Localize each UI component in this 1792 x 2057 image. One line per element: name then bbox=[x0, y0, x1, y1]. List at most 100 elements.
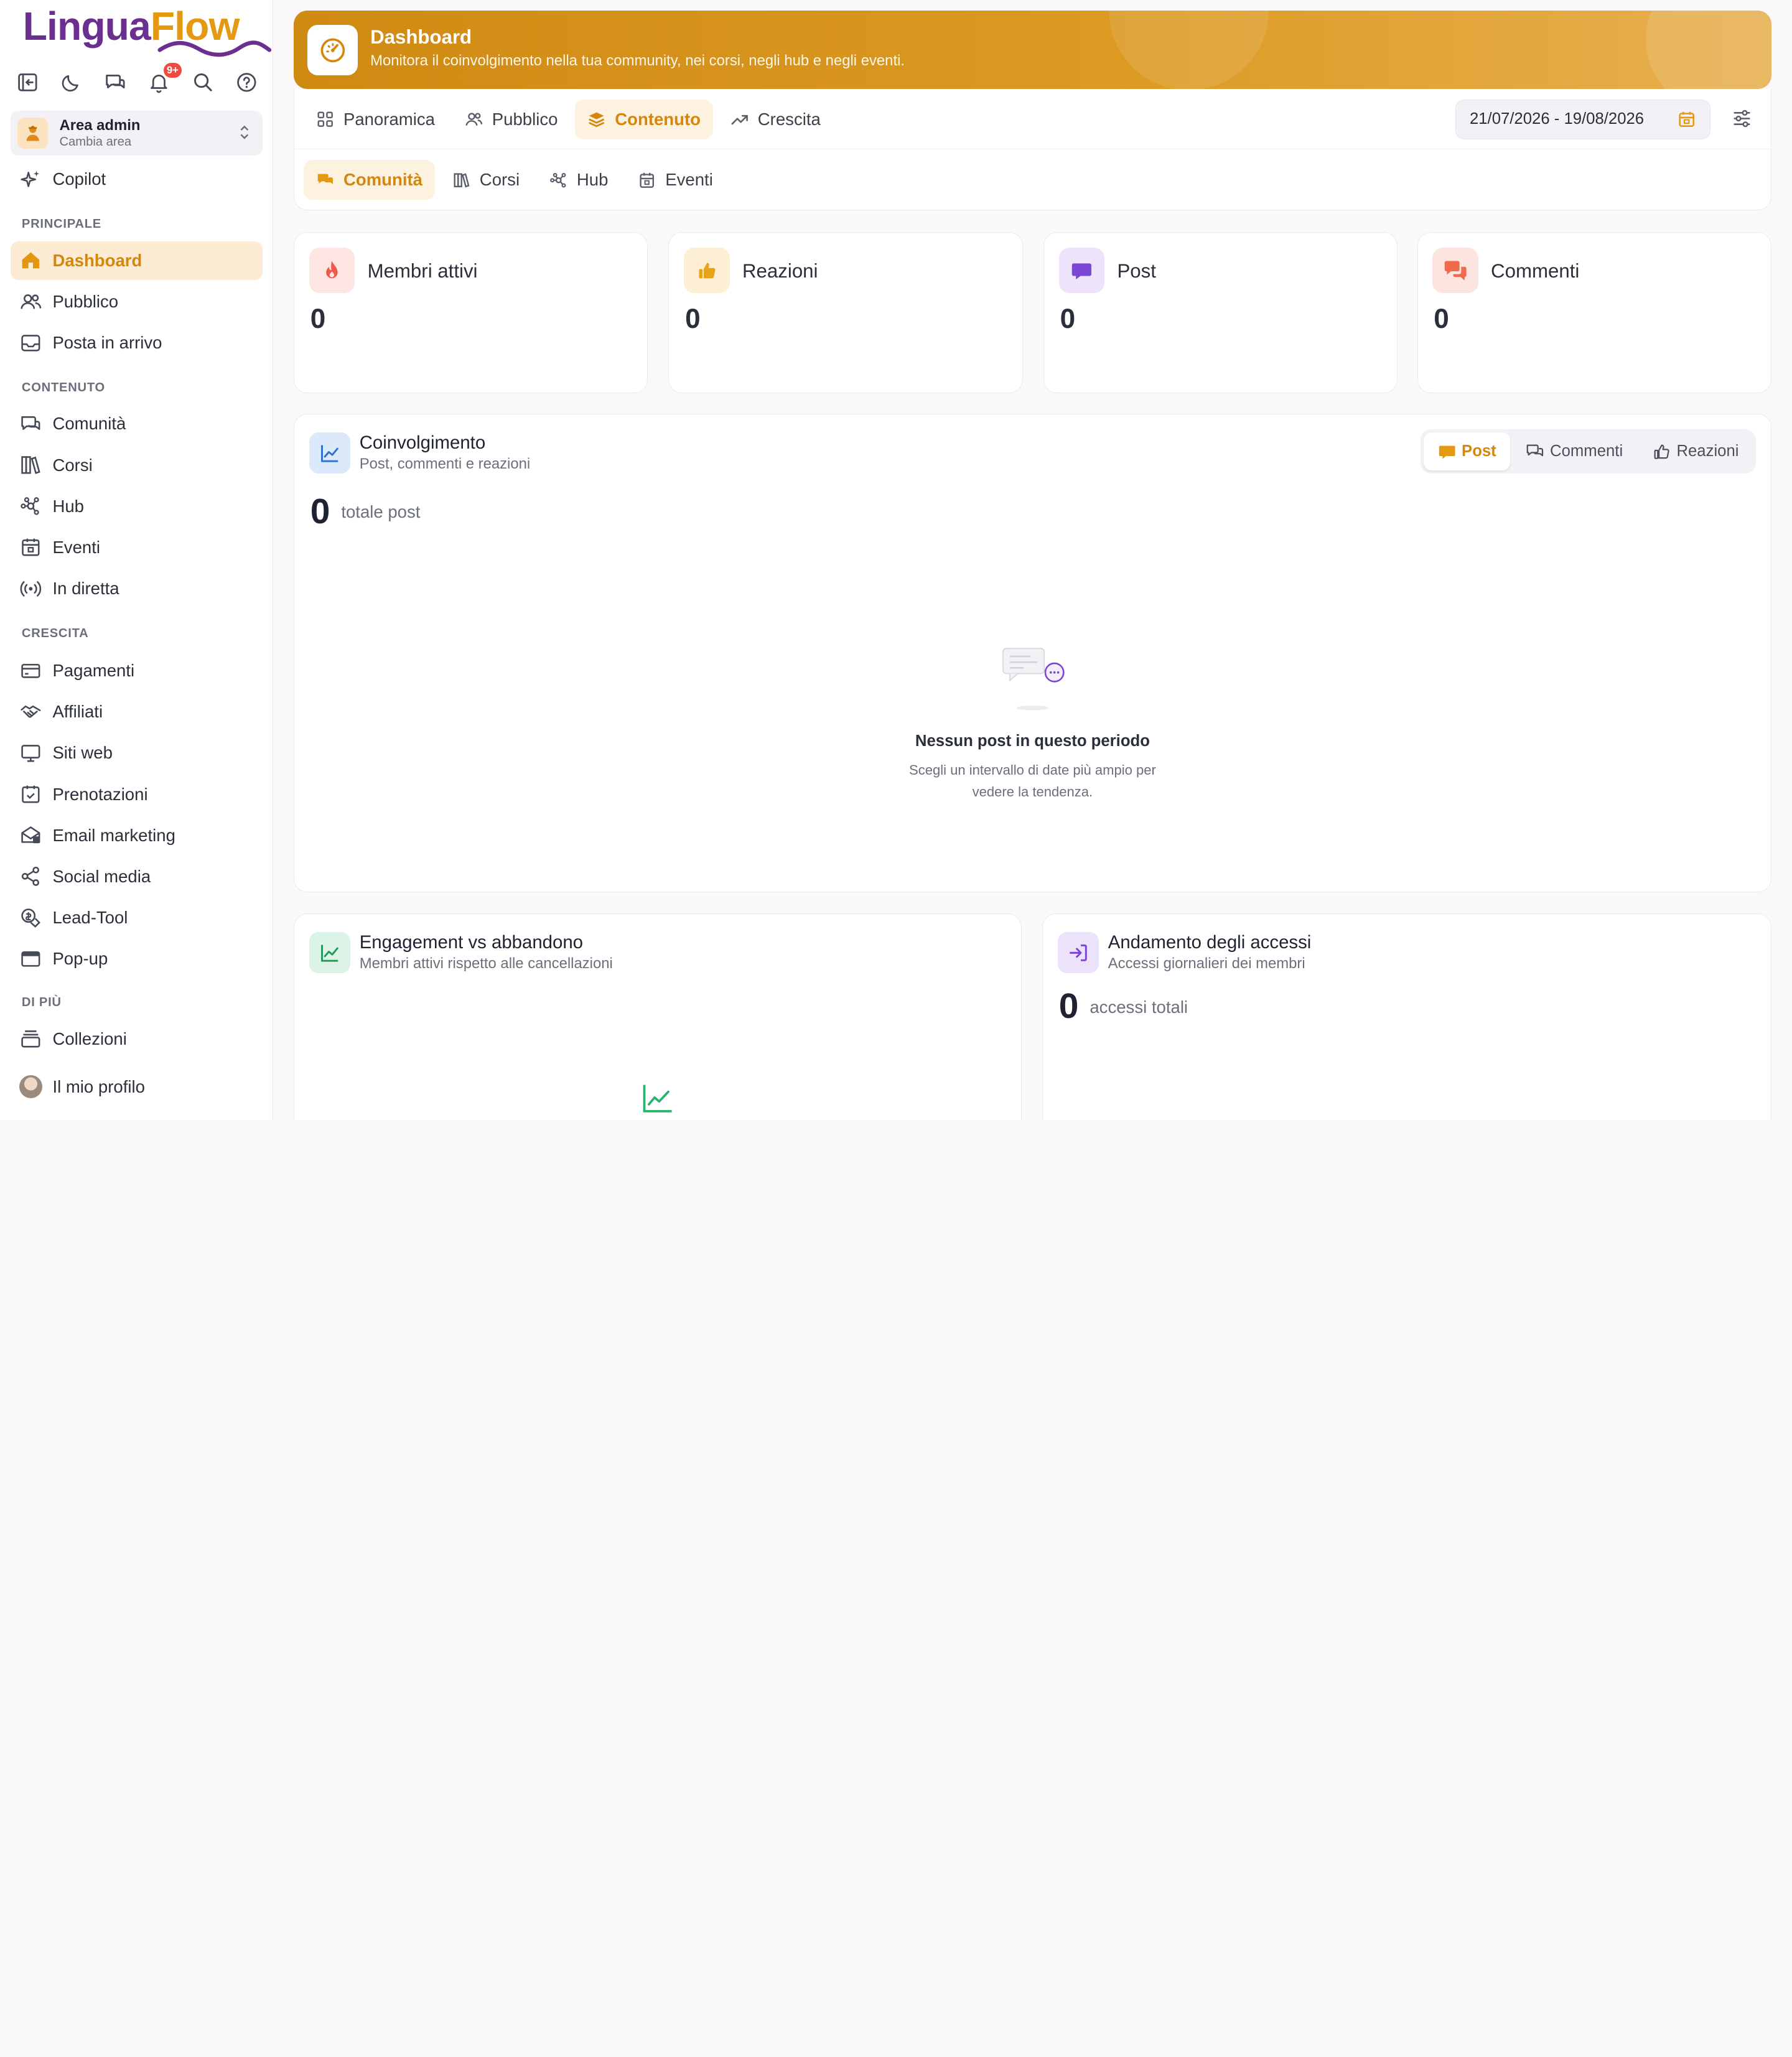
users-icon bbox=[21, 294, 42, 309]
sidebar-item-label: In diretta bbox=[52, 578, 119, 598]
tab-pubblico[interactable]: Pubblico bbox=[452, 100, 571, 139]
collapse-icon bbox=[17, 73, 37, 91]
sidebar-item-corsi[interactable]: Corsi bbox=[11, 445, 263, 484]
sidebar-item-dashboard[interactable]: Dashboard bbox=[10, 241, 263, 280]
empty-state-title: Nessun post in questo periodo bbox=[915, 732, 1150, 750]
line-chart-icon bbox=[309, 432, 350, 474]
sidebar-item-hub[interactable]: Hub bbox=[11, 487, 263, 525]
sidebar-item-label: Social media bbox=[52, 866, 151, 886]
credit-card-icon bbox=[21, 663, 40, 678]
stat-value: 0 bbox=[310, 303, 326, 334]
segment-reazioni[interactable]: Reazioni bbox=[1639, 432, 1753, 470]
section-principale: PRINCIPALE bbox=[21, 217, 101, 231]
books-icon bbox=[21, 456, 40, 475]
tab-label: Contenuto bbox=[615, 109, 701, 129]
segment-commenti[interactable]: Commenti bbox=[1512, 432, 1636, 470]
app-logo[interactable]: LinguaFlow bbox=[23, 2, 272, 57]
sidebar-item-pubblico[interactable]: Pubblico bbox=[11, 282, 263, 321]
messages-button[interactable] bbox=[101, 68, 129, 96]
sidebar-item-label: Collezioni bbox=[52, 1028, 127, 1048]
sliders-icon bbox=[1734, 110, 1750, 128]
sidebar-item-siti-web[interactable]: Siti web bbox=[11, 734, 263, 772]
sidebar-item-in-diretta[interactable]: In diretta bbox=[11, 569, 263, 608]
dark-mode-button[interactable] bbox=[58, 68, 85, 96]
users-icon bbox=[465, 113, 482, 126]
tab-label: Crescita bbox=[757, 109, 821, 129]
sidebar-item-social-media[interactable]: Social media bbox=[11, 857, 263, 896]
calendar-check-icon bbox=[22, 785, 40, 803]
sidebar-item-copilot[interactable]: Copilot bbox=[11, 160, 263, 198]
trending-up-icon bbox=[731, 115, 748, 125]
area-title: Area admin bbox=[59, 117, 141, 134]
help-button[interactable] bbox=[233, 68, 261, 96]
sidebar-item-affiliati[interactable]: Affiliati bbox=[11, 693, 263, 731]
tab-crescita[interactable]: Crescita bbox=[718, 100, 834, 139]
empty-state: Nessun post in questo periodo Scegli un … bbox=[294, 643, 1771, 803]
search-button[interactable] bbox=[189, 68, 217, 96]
empty-state-subtitle: Scegli un intervallo di date più ampio p… bbox=[909, 762, 1156, 800]
sidebar-item-prenotazioni[interactable]: Prenotazioni bbox=[11, 775, 263, 813]
sidebar-item-profile[interactable]: Il mio profilo bbox=[11, 1067, 263, 1106]
gauge-icon bbox=[307, 25, 358, 76]
segment-post[interactable]: Post bbox=[1424, 432, 1510, 470]
sidebar-item-lead-tool[interactable]: Lead-Tool bbox=[11, 898, 263, 937]
collapse-sidebar-button[interactable] bbox=[14, 68, 41, 96]
logins-panel: Andamento degli accessi Accessi giornali… bbox=[1042, 913, 1771, 1120]
empty-chat-icon bbox=[1002, 648, 1065, 711]
calendar-icon bbox=[22, 538, 40, 556]
subtab-corsi[interactable]: Corsi bbox=[440, 160, 533, 200]
segment-label: Commenti bbox=[1550, 442, 1623, 460]
hub-network-icon bbox=[549, 172, 566, 188]
avatar bbox=[19, 1075, 42, 1099]
sidebar-item-collezioni[interactable]: Collezioni bbox=[11, 1019, 263, 1058]
sidebar-item-label: Eventi bbox=[52, 537, 100, 557]
stat-label: Commenti bbox=[1491, 259, 1580, 282]
login-icon bbox=[1057, 931, 1099, 973]
sidebar-item-label: Corsi bbox=[52, 455, 93, 475]
stat-label: Post bbox=[1117, 259, 1156, 282]
area-switcher[interactable]: Area admin Cambia area bbox=[10, 111, 263, 156]
fire-icon bbox=[309, 247, 355, 294]
sidebar-item-email-marketing[interactable]: Email marketing bbox=[11, 816, 263, 854]
segment-label: Post bbox=[1462, 442, 1496, 460]
tab-contenuto[interactable]: Contenuto bbox=[575, 99, 714, 140]
panel-title: Andamento degli accessi bbox=[1108, 931, 1312, 953]
date-range-picker[interactable]: 21/07/2026 - 19/08/2026 bbox=[1455, 99, 1710, 140]
tab-panoramica[interactable]: Panoramica bbox=[304, 100, 447, 139]
sidebar-item-eventi[interactable]: Eventi bbox=[11, 528, 263, 567]
sidebar-item-posta-in-arrivo[interactable]: Posta in arrivo bbox=[11, 324, 263, 362]
notifications-button[interactable]: 9+ bbox=[146, 63, 182, 96]
chart-placeholder-icon bbox=[643, 1085, 672, 1113]
moon-icon bbox=[62, 75, 79, 91]
stat-card-post: Post 0 bbox=[1043, 231, 1398, 393]
section-di-piu: DI PIÙ bbox=[21, 995, 62, 1009]
panel-title: Engagement vs abbandono bbox=[359, 931, 584, 953]
subtab-comunita[interactable]: Comunità bbox=[303, 160, 436, 200]
subtab-label: Corsi bbox=[479, 170, 520, 190]
sidebar-item-pop-up[interactable]: Pop-up bbox=[11, 940, 263, 978]
filters-button[interactable] bbox=[1732, 108, 1752, 134]
panel-title: Coinvolgimento bbox=[359, 432, 486, 454]
stat-label: Reazioni bbox=[742, 259, 818, 282]
sidebar-item-comunita[interactable]: Comunità bbox=[11, 404, 263, 443]
message-icon bbox=[1058, 247, 1105, 294]
notifications-badge: 9+ bbox=[163, 63, 182, 78]
inbox-icon bbox=[21, 334, 40, 352]
admin-avatar-icon bbox=[17, 118, 49, 149]
sidebar-item-label: Comunità bbox=[52, 414, 126, 434]
calendar-icon bbox=[640, 172, 655, 188]
subtab-hub[interactable]: Hub bbox=[537, 160, 621, 200]
tab-label: Pubblico bbox=[492, 109, 558, 129]
broadcast-icon bbox=[20, 581, 42, 597]
stat-value: 0 bbox=[1060, 303, 1076, 334]
chevron-updown-icon bbox=[240, 126, 249, 140]
panel-subtitle: Accessi giornalieri dei membri bbox=[1108, 954, 1305, 972]
comments-icon bbox=[1527, 444, 1544, 457]
subtab-label: Eventi bbox=[665, 170, 713, 190]
sidebar-item-pagamenti[interactable]: Pagamenti bbox=[11, 651, 263, 690]
sidebar-item-label: Affiliati bbox=[52, 702, 103, 722]
sparkles-icon bbox=[21, 170, 40, 187]
search-icon bbox=[194, 73, 212, 91]
subtab-eventi[interactable]: Eventi bbox=[625, 160, 726, 200]
content-subtabs: Comunità Corsi Hub Eventi bbox=[303, 160, 726, 200]
